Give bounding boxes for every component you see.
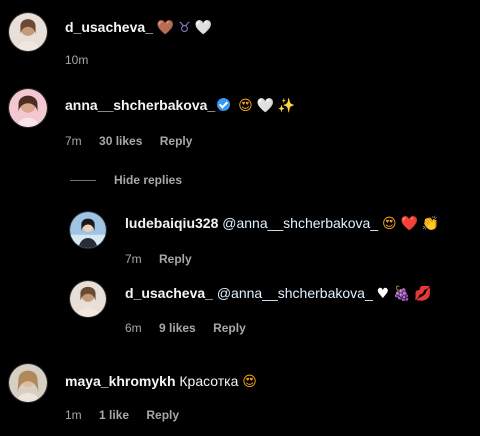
reply-button[interactable]: Reply: [213, 321, 246, 335]
comment-text: Красотка: [179, 373, 239, 389]
brown-heart-icon: 🤎: [156, 20, 175, 36]
grapes-icon: 🍇: [393, 286, 411, 302]
heart-eyes-icon: 😍: [242, 374, 257, 390]
avatar[interactable]: [69, 211, 107, 249]
clapping-hands-icon: 👏: [421, 216, 440, 232]
reply-button[interactable]: Reply: [160, 134, 193, 148]
kiss-mark-icon: 💋: [414, 286, 432, 302]
username[interactable]: anna__shcherbakova_: [65, 97, 215, 113]
red-heart-icon: ❤️: [400, 216, 418, 232]
comment-time: 10m: [65, 53, 89, 67]
taurus-icon: ♉: [178, 20, 191, 36]
username[interactable]: d_usacheva_: [125, 285, 213, 301]
reply-button[interactable]: Reply: [159, 252, 192, 266]
comment-time: 7m: [65, 134, 82, 148]
heart-eyes-icon: 😍: [238, 98, 253, 114]
white-heart-icon: ♥: [376, 286, 390, 302]
heart-eyes-icon: 😍: [382, 216, 397, 232]
mention-link[interactable]: @anna__shcherbakova_: [217, 285, 373, 301]
likes-count[interactable]: 9 likes: [159, 321, 196, 335]
white-heart-icon: 🤍: [256, 98, 275, 114]
likes-count[interactable]: 1 like: [99, 408, 129, 422]
username[interactable]: d_usacheva_: [65, 19, 153, 35]
avatar[interactable]: [69, 280, 107, 318]
comment-time: 6m: [125, 321, 142, 335]
avatar[interactable]: [8, 12, 48, 52]
hide-replies-button[interactable]: Hide replies: [70, 172, 182, 188]
sparkles-icon: ✨: [277, 98, 296, 114]
divider: [70, 179, 96, 181]
comment-time: 1m: [65, 408, 82, 422]
hide-replies-label: Hide replies: [114, 173, 183, 187]
avatar[interactable]: [8, 363, 48, 403]
comment-time: 7m: [125, 252, 142, 266]
verified-badge-icon: [217, 98, 231, 111]
username[interactable]: ludebaiqiu328: [125, 215, 218, 231]
reply-button[interactable]: Reply: [146, 408, 179, 422]
username[interactable]: maya_khromykh: [65, 373, 176, 389]
likes-count[interactable]: 30 likes: [99, 134, 142, 148]
mention-link[interactable]: @anna__shcherbakova_: [222, 215, 378, 231]
white-heart-icon: 🤍: [194, 20, 213, 36]
avatar[interactable]: [8, 88, 48, 128]
